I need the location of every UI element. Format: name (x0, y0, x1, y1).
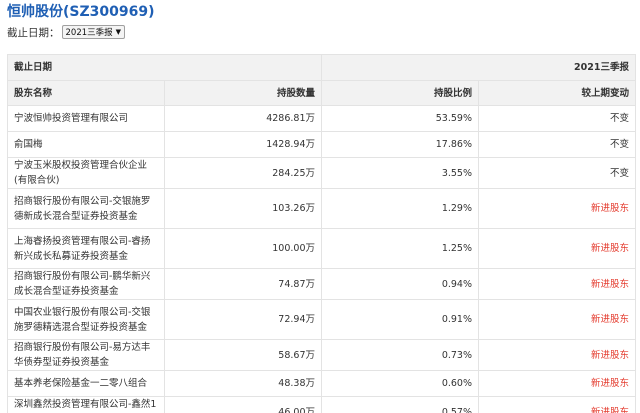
holder-quantity: 74.87万 (164, 268, 322, 300)
holder-change: 新进股东 (478, 299, 636, 340)
holder-name: 宁波玉米股权投资管理合伙企业(有限合伙) (7, 157, 165, 189)
holder-quantity: 100.00万 (164, 228, 322, 269)
holder-quantity: 284.25万 (164, 157, 322, 189)
table-header-row: 股东名称 持股数量 持股比例 较上期变动 (7, 80, 636, 106)
column-header-name: 股东名称 (7, 80, 165, 106)
holder-ratio: 17.86% (321, 131, 479, 158)
table-row: 上海睿扬投资管理有限公司-睿扬新兴成长私募证券投资基金 100.00万 1.25… (7, 228, 636, 269)
holder-ratio: 0.91% (321, 299, 479, 340)
holder-quantity: 58.67万 (164, 339, 322, 371)
holder-quantity: 48.38万 (164, 370, 322, 397)
holder-ratio: 3.55% (321, 157, 479, 189)
column-header-ratio: 持股比例 (321, 80, 479, 106)
table-row: 宁波恒帅投资管理有限公司 4286.81万 53.59% 不变 (7, 105, 636, 132)
table-row: 中国农业银行股份有限公司-交银施罗德精选混合型证券投资基金 72.94万 0.9… (7, 299, 636, 340)
holder-ratio: 1.29% (321, 188, 479, 229)
table-row: 招商银行股份有限公司-易方达丰华债券型证券投资基金 58.67万 0.73% 新… (7, 339, 636, 371)
holder-quantity: 46.00万 (164, 396, 322, 413)
holder-name: 招商银行股份有限公司-交银施罗德新成长混合型证券投资基金 (7, 188, 165, 229)
holder-change: 不变 (478, 105, 636, 132)
holder-ratio: 0.73% (321, 339, 479, 371)
table-row: 招商银行股份有限公司-交银施罗德新成长混合型证券投资基金 103.26万 1.2… (7, 188, 636, 229)
holder-quantity: 103.26万 (164, 188, 322, 229)
table-row: 深圳鑫然投资管理有限公司-鑫然1号证券投资基金 46.00万 0.57% 新进股… (7, 396, 636, 413)
shareholders-table: 截止日期 2021三季报 股东名称 持股数量 持股比例 较上期变动 宁波恒帅投资… (7, 54, 636, 413)
holder-name: 深圳鑫然投资管理有限公司-鑫然1号证券投资基金 (7, 396, 165, 413)
holder-ratio: 1.25% (321, 228, 479, 269)
holder-name: 俞国梅 (7, 131, 165, 158)
holder-change: 不变 (478, 157, 636, 189)
page-title: 恒帅股份(SZ300969) (7, 4, 155, 20)
date-filter: 截止日期： 2021三季报 ▼ (7, 24, 126, 40)
holder-name: 中国农业银行股份有限公司-交银施罗德精选混合型证券投资基金 (7, 299, 165, 340)
holder-ratio: 53.59% (321, 105, 479, 132)
holder-name: 招商银行股份有限公司-易方达丰华债券型证券投资基金 (7, 339, 165, 371)
date-select[interactable]: 2021三季报 ▼ (61, 25, 126, 39)
column-header-quantity: 持股数量 (164, 80, 322, 106)
holder-ratio: 0.60% (321, 370, 479, 397)
date-label: 截止日期： (7, 26, 60, 39)
table-row: 基本养老保险基金一二零八组合 48.38万 0.60% 新进股东 (7, 370, 636, 397)
holder-change: 新进股东 (478, 339, 636, 371)
holder-change: 不变 (478, 131, 636, 158)
table-period-row: 截止日期 2021三季报 (7, 54, 636, 81)
table-row: 宁波玉米股权投资管理合伙企业(有限合伙) 284.25万 3.55% 不变 (7, 157, 636, 189)
holder-change: 新进股东 (478, 228, 636, 269)
period-label: 截止日期 (7, 54, 322, 81)
holder-quantity: 72.94万 (164, 299, 322, 340)
holder-ratio: 0.57% (321, 396, 479, 413)
holder-name: 招商银行股份有限公司-鹏华新兴成长混合型证券投资基金 (7, 268, 165, 300)
holder-quantity: 1428.94万 (164, 131, 322, 158)
table-row: 招商银行股份有限公司-鹏华新兴成长混合型证券投资基金 74.87万 0.94% … (7, 268, 636, 300)
table-row: 俞国梅 1428.94万 17.86% 不变 (7, 131, 636, 158)
holder-name: 宁波恒帅投资管理有限公司 (7, 105, 165, 132)
column-header-change: 较上期变动 (478, 80, 636, 106)
date-select-value: 2021三季报 (65, 28, 113, 38)
holder-change: 新进股东 (478, 396, 636, 413)
holder-name: 基本养老保险基金一二零八组合 (7, 370, 165, 397)
holder-change: 新进股东 (478, 370, 636, 397)
holder-change: 新进股东 (478, 268, 636, 300)
chevron-down-icon: ▼ (115, 28, 122, 36)
holder-ratio: 0.94% (321, 268, 479, 300)
period-value: 2021三季报 (321, 54, 636, 81)
holder-change: 新进股东 (478, 188, 636, 229)
holder-quantity: 4286.81万 (164, 105, 322, 132)
holder-name: 上海睿扬投资管理有限公司-睿扬新兴成长私募证券投资基金 (7, 228, 165, 269)
